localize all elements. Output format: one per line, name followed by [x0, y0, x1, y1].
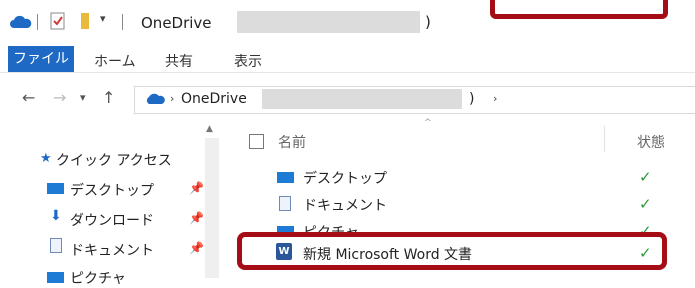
quick-access-toolbar-dropdown-icon[interactable]: ▾ [100, 12, 106, 25]
recent-locations-icon[interactable]: ▾ [80, 91, 86, 104]
separator [37, 14, 38, 30]
nav-item-documents[interactable]: ドキュメント [70, 240, 154, 260]
scrollbar[interactable] [205, 138, 219, 278]
folder-icon [277, 172, 294, 183]
sync-ok-icon: ✓ [639, 168, 652, 186]
window-title-suffix: ) [425, 13, 431, 31]
select-all-checkbox[interactable] [249, 134, 264, 149]
nav-item-desktop[interactable]: デスクトップ [70, 180, 154, 200]
back-arrow-icon[interactable]: ← [22, 88, 35, 107]
sort-indicator-icon: ^ [424, 118, 432, 128]
highlight-box [490, 0, 668, 19]
onedrive-cloud-icon [10, 15, 32, 28]
sync-ok-icon: ✓ [639, 195, 652, 213]
document-folder-icon [279, 196, 291, 211]
redacted-title-area [237, 11, 420, 33]
tab-home[interactable]: ホーム [94, 51, 136, 71]
tab-file[interactable]: ファイル [8, 46, 74, 72]
forward-arrow-icon[interactable]: → [53, 88, 66, 107]
pin-icon: 📌 [189, 211, 204, 225]
table-row[interactable]: ドキュメント ✓ [240, 193, 695, 217]
file-name: ドキュメント [303, 198, 387, 214]
pin-icon: 📌 [189, 241, 204, 255]
column-divider [604, 126, 605, 152]
column-header-name[interactable]: 名前 [278, 132, 306, 152]
highlight-box [237, 232, 667, 270]
onedrive-cloud-icon [146, 93, 165, 104]
nav-item-pictures[interactable]: ピクチャ [70, 268, 126, 288]
up-arrow-icon[interactable]: ↑ [102, 88, 115, 107]
scroll-up-icon[interactable]: ▲ [206, 124, 213, 134]
documents-icon [50, 238, 62, 253]
breadcrumb-suffix: ) [469, 91, 475, 107]
file-name: デスクトップ [303, 171, 387, 187]
breadcrumb-chevron-icon[interactable]: › [493, 92, 497, 105]
quick-access-label[interactable]: クイック アクセス [56, 150, 172, 170]
new-folder-icon[interactable] [78, 12, 92, 30]
nav-item-downloads[interactable]: ダウンロード [70, 210, 154, 230]
breadcrumb-onedrive[interactable]: OneDrive [181, 91, 247, 107]
desktop-folder-icon [47, 183, 64, 194]
downloads-arrow-icon: ⬇ [50, 208, 62, 224]
pin-icon: 📌 [189, 181, 204, 195]
tab-share[interactable]: 共有 [165, 51, 193, 71]
breadcrumb-chevron-icon: › [170, 92, 175, 105]
table-row[interactable]: デスクトップ ✓ [240, 166, 695, 190]
tab-view[interactable]: 表示 [234, 51, 262, 71]
separator [122, 14, 123, 30]
address-bar[interactable]: › OneDrive ) › [134, 86, 695, 114]
properties-icon[interactable] [50, 12, 66, 30]
column-header-status[interactable]: 状態 [637, 132, 665, 152]
star-icon: ★ [40, 151, 52, 166]
redacted-path-area [262, 89, 462, 109]
window-title: OneDrive [141, 14, 212, 32]
